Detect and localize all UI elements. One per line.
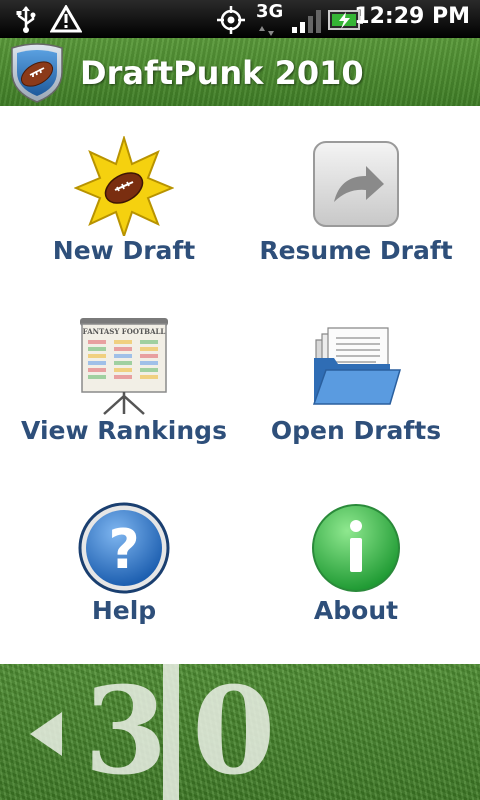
rankings-board-icon: FANTASY FOOTBALL [74,316,174,416]
yard-number-tens: 3 [84,664,168,800]
open-drafts-button[interactable]: Open Drafts [236,286,476,466]
star-football-icon [73,134,175,240]
usb-icon [14,5,38,37]
clock: 12:29 PM [354,4,470,29]
network-type: 3G [256,1,284,22]
football-field-footer: 3 0 [0,664,480,800]
status-bar: 3G 12:29 PM [0,0,480,38]
question-mark-icon: ? [74,496,174,596]
open-folder-icon [306,316,406,416]
forward-arrow-icon [306,136,406,236]
new-draft-button[interactable]: New Draft [4,106,244,286]
yard-line [163,664,179,800]
info-icon [306,496,406,596]
yard-number-ones: 0 [192,664,276,800]
view-rankings-label: View Rankings [21,416,227,445]
warning-icon [49,4,83,37]
title-bar: DraftPunk 2010 [0,38,480,106]
about-button[interactable]: About [236,466,476,646]
svg-text:?: ? [108,518,139,581]
resume-draft-button[interactable]: Resume Draft [236,106,476,286]
app-title: DraftPunk 2010 [80,54,364,92]
app-logo-shield-icon [4,42,70,108]
new-draft-label: New Draft [52,236,196,265]
rankings-board-text: FANTASY FOOTBALL [83,327,166,336]
view-rankings-button[interactable]: FANTASY FOOTBALL View Rankings [4,286,244,466]
main-menu-grid: New Draft Resume Draft FANTASY FOOTBALL … [0,106,480,664]
gps-icon [216,5,246,39]
signal-strength-icon [292,9,324,37]
help-button[interactable]: ? Help [4,466,244,646]
resume-draft-label: Resume Draft [259,236,453,265]
about-label: About [313,596,399,625]
help-label: Help [91,596,157,625]
yard-direction-arrow-icon [30,712,62,756]
open-drafts-label: Open Drafts [270,416,442,445]
